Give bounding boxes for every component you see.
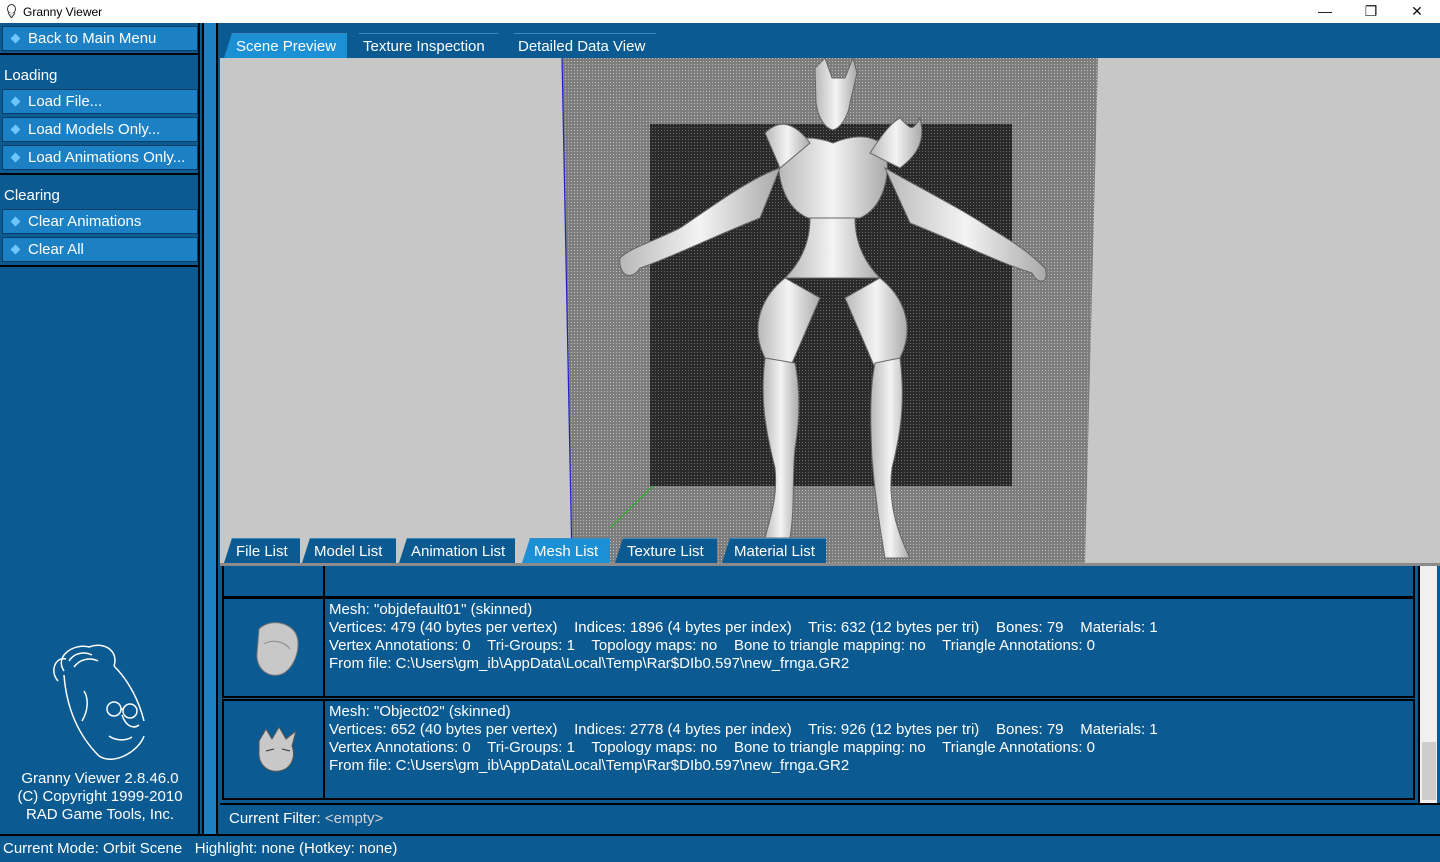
tab-scene-preview[interactable]: Scene Preview — [224, 33, 347, 58]
mesh-preview-icon — [256, 622, 299, 676]
bullet-icon — [10, 216, 21, 227]
button-label: Clear Animations — [28, 213, 142, 230]
mesh-stats: Vertices: 479 (40 bytes per vertex) Indi… — [329, 619, 1158, 636]
list-item[interactable] — [222, 566, 1415, 598]
mesh-info: Mesh: "Object02" (skinned) Vertices: 652 … — [329, 703, 1158, 775]
button-label: Back to Main Menu — [28, 30, 157, 47]
divider — [0, 53, 200, 55]
back-to-main-menu-button[interactable]: Back to Main Menu — [2, 26, 198, 51]
tab-mesh-list[interactable]: Mesh List — [522, 538, 610, 563]
mesh-thumbnail — [224, 566, 325, 596]
load-animations-only-button[interactable]: Load Animations Only... — [2, 145, 198, 170]
clear-all-button[interactable]: Clear All — [2, 237, 198, 262]
button-label: Load Models Only... — [28, 121, 161, 138]
bullet-icon — [10, 33, 21, 44]
sidebar: Back to Main Menu Loading Load File... L… — [0, 23, 200, 834]
mesh-name: Mesh: "objdefault01" (skinned) — [329, 601, 533, 618]
bullet-icon — [10, 244, 21, 255]
bullet-icon — [10, 152, 21, 163]
list-scrollbar[interactable] — [1418, 566, 1437, 803]
mesh-preview-icon — [258, 726, 297, 772]
mesh-source-file: From file: C:\Users\gm_ib\AppData\Local\… — [329, 757, 850, 774]
version-text: Granny Viewer 2.8.46.0 — [21, 770, 179, 787]
status-bar: Current Mode: Orbit Scene Highlight: non… — [0, 834, 1440, 860]
tab-animation-list[interactable]: Animation List — [399, 538, 515, 563]
mesh-source-file: From file: C:\Users\gm_ib\AppData\Local\… — [329, 655, 850, 672]
load-file-button[interactable]: Load File... — [2, 89, 198, 114]
load-models-only-button[interactable]: Load Models Only... — [2, 117, 198, 142]
tab-model-list[interactable]: Model List — [302, 538, 396, 563]
mesh-list[interactable]: Mesh: "objdefault01" (skinned) Vertices: … — [220, 563, 1440, 803]
tab-texture-inspection[interactable]: Texture Inspection — [351, 33, 498, 58]
scene-render — [561, 58, 1098, 563]
divider — [0, 265, 200, 267]
button-label: Load Animations Only... — [28, 149, 186, 166]
minimize-button[interactable]: — — [1302, 0, 1348, 23]
bullet-icon — [10, 96, 21, 107]
copyright-text: (C) Copyright 1999-2010 — [17, 788, 183, 805]
mesh-stats: Vertices: 652 (40 bytes per vertex) Indi… — [329, 721, 1158, 738]
mesh-info: Mesh: "objdefault01" (skinned) Vertices: … — [329, 601, 1158, 673]
filter-value[interactable]: <empty> — [325, 810, 383, 827]
app-icon — [7, 4, 16, 18]
scrollbar-thumb[interactable] — [1422, 742, 1436, 800]
granny-logo-icon — [53, 644, 145, 760]
close-button[interactable]: ✕ — [1394, 0, 1440, 23]
tab-detailed-data-view[interactable]: Detailed Data View — [506, 33, 656, 58]
clearing-header: Clearing — [4, 187, 60, 204]
tab-file-list[interactable]: File List — [224, 538, 300, 563]
button-label: Clear All — [28, 241, 84, 258]
mesh-name: Mesh: "Object02" (skinned) — [329, 703, 511, 720]
filter-label: Current Filter: — [229, 810, 325, 827]
tab-material-list[interactable]: Material List — [722, 538, 826, 563]
scene-viewport[interactable]: File List Model List Animation List Mesh… — [220, 58, 1440, 563]
tab-texture-list[interactable]: Texture List — [615, 538, 717, 563]
divider — [0, 173, 200, 175]
top-tab-bar: Scene Preview Texture Inspection Detaile… — [220, 23, 1440, 58]
mesh-annotations: Vertex Annotations: 0 Tri-Groups: 1 Topo… — [329, 637, 1096, 654]
list-item[interactable]: Mesh: "Object02" (skinned) Vertices: 652 … — [222, 699, 1415, 800]
title-bar: Granny Viewer — ❐ ✕ — [0, 0, 1440, 23]
mesh-thumbnail — [224, 599, 325, 696]
maximize-button[interactable]: ❐ — [1348, 0, 1394, 23]
mesh-annotations: Vertex Annotations: 0 Tri-Groups: 1 Topo… — [329, 739, 1096, 756]
bottom-tab-bar: File List Model List Animation List Mesh… — [220, 536, 840, 563]
mesh-thumbnail — [224, 701, 325, 798]
window-title: Granny Viewer — [23, 5, 103, 19]
company-text: RAD Game Tools, Inc. — [25, 806, 175, 823]
about-text: Granny Viewer 2.8.46.0 (C) Copyright 199… — [0, 770, 200, 824]
loading-header: Loading — [4, 67, 58, 84]
clear-animations-button[interactable]: Clear Animations — [2, 209, 198, 234]
button-label: Load File... — [28, 93, 103, 110]
panel-splitter[interactable] — [202, 23, 218, 834]
filter-bar: Current Filter: <empty> — [220, 803, 1440, 834]
bullet-icon — [10, 124, 21, 135]
list-item[interactable]: Mesh: "objdefault01" (skinned) Vertices: … — [222, 597, 1415, 698]
